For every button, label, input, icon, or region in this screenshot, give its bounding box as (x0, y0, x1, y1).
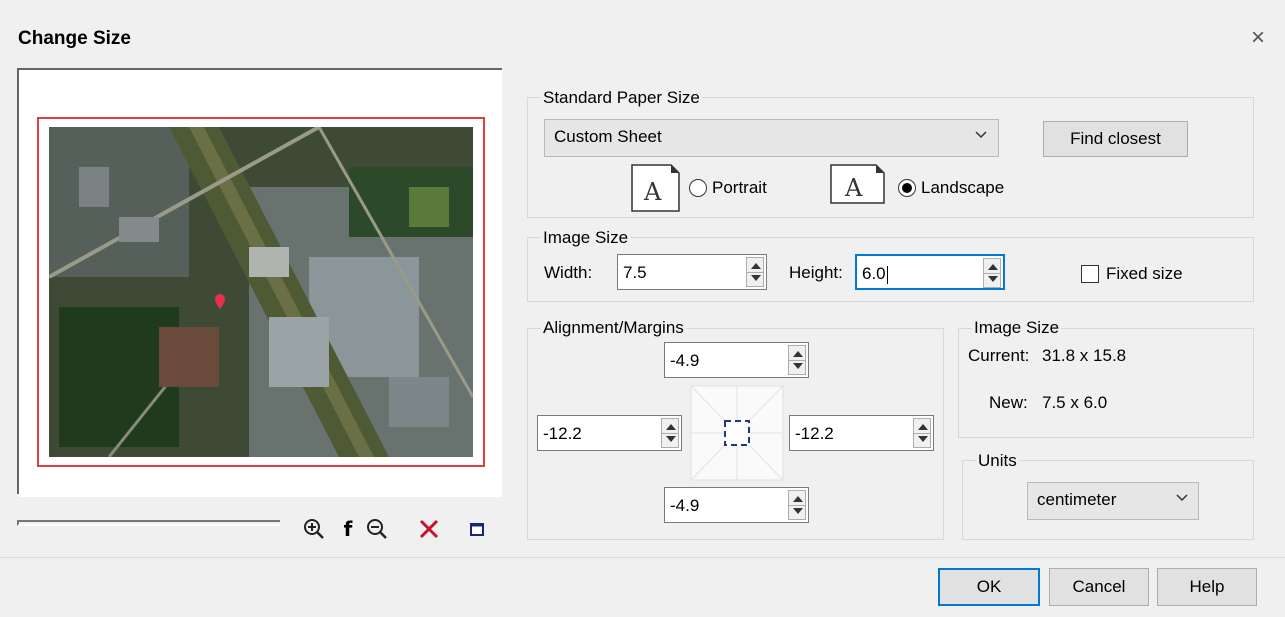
height-value: 6.0 (862, 264, 886, 283)
fit-icon[interactable]: f (335, 516, 361, 542)
change-size-dialog: Change Size × f Standard Paper Size Cust… (0, 0, 1285, 617)
aerial-map-image (49, 127, 473, 457)
svg-text:A: A (643, 178, 662, 206)
fixed-size-checkbox[interactable] (1081, 265, 1099, 283)
margin-top-input[interactable]: -4.9 (664, 342, 809, 378)
current-size-label: Current: (968, 346, 1030, 365)
margin-bottom-value: -4.9 (670, 496, 700, 515)
new-size-value: 7.5 x 6.0 (1042, 393, 1108, 412)
width-value: 7.5 (623, 263, 647, 282)
zoom-slider[interactable] (17, 520, 280, 526)
title-bar: Change Size × (0, 0, 1285, 78)
margin-right-value: -12.2 (795, 424, 834, 443)
close-icon[interactable]: × (1244, 24, 1272, 52)
paper-size-select[interactable]: Custom Sheet (544, 119, 999, 157)
height-spinner[interactable] (983, 258, 1001, 288)
paper-size-value: Custom Sheet (554, 127, 662, 146)
zoom-in-icon[interactable] (301, 516, 327, 542)
margin-bottom-input[interactable]: -4.9 (664, 487, 809, 523)
margin-top-spinner[interactable] (788, 345, 806, 375)
landscape-icon: A (830, 164, 885, 204)
height-label: Height: (789, 263, 843, 282)
alignment-margins-label: Alignment/Margins (541, 318, 686, 338)
button-bar-separator (0, 557, 1285, 558)
margin-top-value: -4.9 (670, 351, 700, 370)
margin-bottom-spinner[interactable] (788, 490, 806, 520)
new-size-label: New: (989, 393, 1028, 412)
dialog-title: Change Size (18, 28, 131, 49)
fixed-size-label: Fixed size (1106, 264, 1183, 283)
margin-right-input[interactable]: -12.2 (789, 415, 934, 451)
margin-left-input[interactable]: -12.2 (537, 415, 682, 451)
portrait-label: Portrait (712, 178, 767, 197)
chevron-down-icon (975, 131, 987, 139)
margin-right-spinner[interactable] (913, 418, 931, 448)
width-label: Width: (544, 263, 593, 282)
units-select[interactable]: centimeter (1027, 482, 1199, 520)
standard-paper-size-label: Standard Paper Size (541, 88, 702, 108)
find-closest-button[interactable]: Find closest (1043, 121, 1188, 157)
units-label: Units (976, 451, 1019, 471)
width-spinner[interactable] (746, 257, 764, 287)
units-value: centimeter (1037, 490, 1117, 509)
current-size-value: 31.8 x 15.8 (1042, 346, 1127, 365)
image-size-info-group (958, 328, 1254, 438)
landscape-radio[interactable] (898, 179, 916, 197)
width-input[interactable]: 7.5 (617, 254, 767, 290)
image-size-label: Image Size (541, 228, 631, 248)
margin-left-spinner[interactable] (661, 418, 679, 448)
svg-text:A: A (844, 174, 863, 202)
height-input[interactable]: 6.0 (855, 254, 1005, 290)
portrait-radio[interactable] (689, 179, 707, 197)
image-size-info-label: Image Size (972, 318, 1062, 338)
preview-image-frame[interactable] (37, 117, 485, 467)
chevron-down-icon (1176, 494, 1188, 502)
cancel-button[interactable]: Cancel (1049, 568, 1149, 606)
alignment-grid[interactable] (690, 385, 784, 481)
portrait-icon: A (631, 164, 683, 212)
delete-icon[interactable] (416, 516, 442, 542)
ok-button[interactable]: OK (938, 568, 1040, 606)
help-button[interactable]: Help (1157, 568, 1257, 606)
landscape-label: Landscape (921, 178, 1005, 197)
frame-icon[interactable] (464, 516, 490, 542)
zoom-out-icon[interactable] (364, 516, 390, 542)
margin-left-value: -12.2 (543, 424, 582, 443)
